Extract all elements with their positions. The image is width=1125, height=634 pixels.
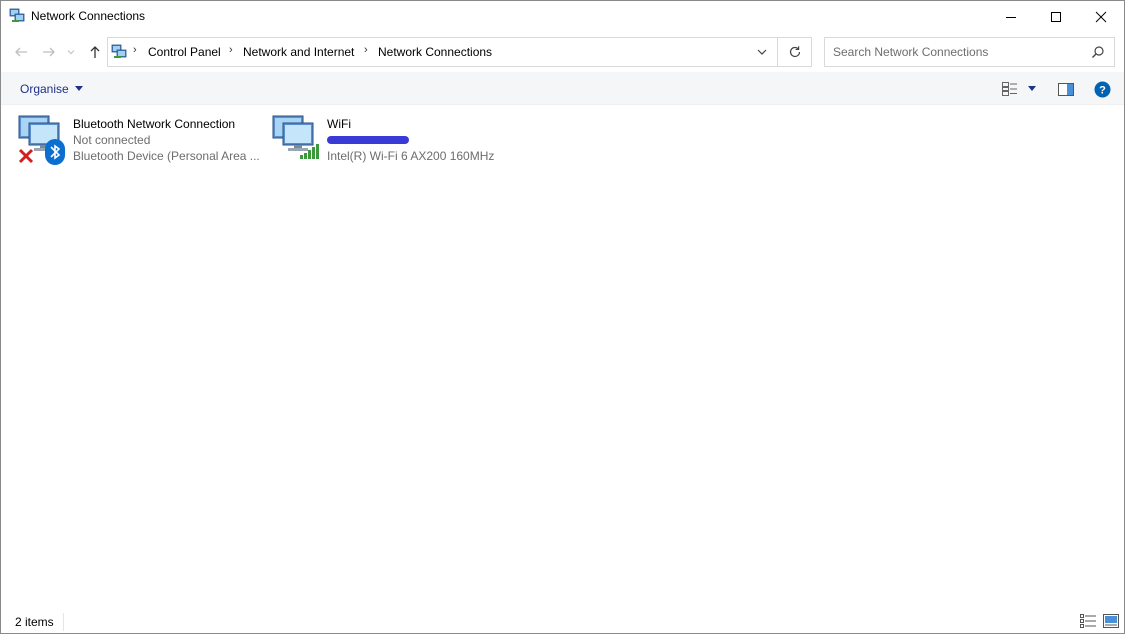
search-input[interactable] xyxy=(826,39,1086,65)
help-icon: ? xyxy=(1094,81,1110,97)
help-button[interactable]: ? xyxy=(1092,78,1112,100)
network-connections-location-icon xyxy=(111,44,127,60)
address-history-dropdown[interactable] xyxy=(753,43,771,61)
bluetooth-icon xyxy=(45,139,65,168)
caret-down-icon xyxy=(1028,86,1036,91)
connection-name: WiFi xyxy=(327,117,351,131)
connection-name: Bluetooth Network Connection xyxy=(73,117,236,131)
change-view-icon xyxy=(1002,82,1017,96)
chevron-down-icon xyxy=(757,49,767,55)
caret-down-icon xyxy=(74,85,83,91)
search-icon[interactable] xyxy=(1091,45,1105,59)
details-view-button[interactable] xyxy=(1079,613,1097,629)
explorer-window: Network Connections › Control Panel › Ne… xyxy=(0,0,1125,634)
preview-pane-button[interactable] xyxy=(1056,78,1076,100)
chevron-down-icon xyxy=(67,50,75,55)
details-view-icon xyxy=(1080,614,1096,628)
preview-pane-icon xyxy=(1058,82,1074,96)
arrow-left-icon xyxy=(15,47,27,57)
breadcrumb-network-connections[interactable]: Network Connections xyxy=(378,45,492,59)
close-icon xyxy=(1095,11,1107,22)
connections-list: Bluetooth Network Connection Not connect… xyxy=(1,105,1124,609)
maximize-button[interactable] xyxy=(1033,1,1079,32)
organise-label: Organise xyxy=(20,81,69,96)
connection-item-bluetooth[interactable]: Bluetooth Network Connection Not connect… xyxy=(17,109,262,169)
chevron-right-icon[interactable]: › xyxy=(133,44,137,56)
status-bar: 2 items xyxy=(1,609,1124,633)
window-title: Network Connections xyxy=(31,9,146,23)
connection-device: Intel(R) Wi-Fi 6 AX200 160MHz xyxy=(327,149,495,163)
network-connections-app-icon[interactable] xyxy=(9,8,25,24)
status-divider xyxy=(63,613,64,631)
wifi-signal-icon xyxy=(299,143,321,162)
navigation-bar: › Control Panel › Network and Internet ›… xyxy=(1,32,1124,72)
title-bar[interactable]: Network Connections xyxy=(1,1,1124,32)
breadcrumb-network-and-internet[interactable]: Network and Internet xyxy=(243,45,354,59)
connection-status: Not connected xyxy=(73,133,151,147)
command-bar: Organise ? xyxy=(1,72,1124,105)
organise-menu-button[interactable]: Organise xyxy=(11,76,92,101)
change-view-button[interactable] xyxy=(1001,78,1019,100)
address-bar[interactable]: › Control Panel › Network and Internet ›… xyxy=(107,37,778,67)
view-options-dropdown[interactable] xyxy=(1026,78,1038,100)
breadcrumb-control-panel[interactable]: Control Panel xyxy=(148,45,221,59)
item-count: 2 items xyxy=(15,615,54,629)
close-button[interactable] xyxy=(1078,1,1124,32)
disconnected-x-icon xyxy=(18,148,34,167)
maximize-icon xyxy=(1051,11,1061,22)
chevron-right-icon[interactable]: › xyxy=(229,44,233,56)
large-icons-view-icon xyxy=(1103,614,1119,628)
up-button[interactable] xyxy=(87,44,103,60)
minimize-icon xyxy=(1006,16,1016,18)
arrow-up-icon xyxy=(90,46,100,58)
svg-text:?: ? xyxy=(1099,84,1106,96)
forward-button[interactable] xyxy=(41,44,57,60)
search-box[interactable] xyxy=(824,37,1115,67)
refresh-icon xyxy=(789,46,800,58)
chevron-right-icon[interactable]: › xyxy=(364,44,368,56)
recent-locations-button[interactable] xyxy=(65,44,77,60)
back-button[interactable] xyxy=(13,44,29,60)
redacted-network-name xyxy=(327,136,409,144)
refresh-button[interactable] xyxy=(778,37,812,67)
connection-device: Bluetooth Device (Personal Area ... xyxy=(73,149,260,163)
large-icons-view-button[interactable] xyxy=(1102,613,1120,629)
arrow-right-icon xyxy=(43,47,55,57)
minimize-button[interactable] xyxy=(988,1,1034,32)
connection-item-wifi[interactable]: WiFi Intel(R) Wi-Fi 6 AX200 160MHz xyxy=(271,109,501,169)
